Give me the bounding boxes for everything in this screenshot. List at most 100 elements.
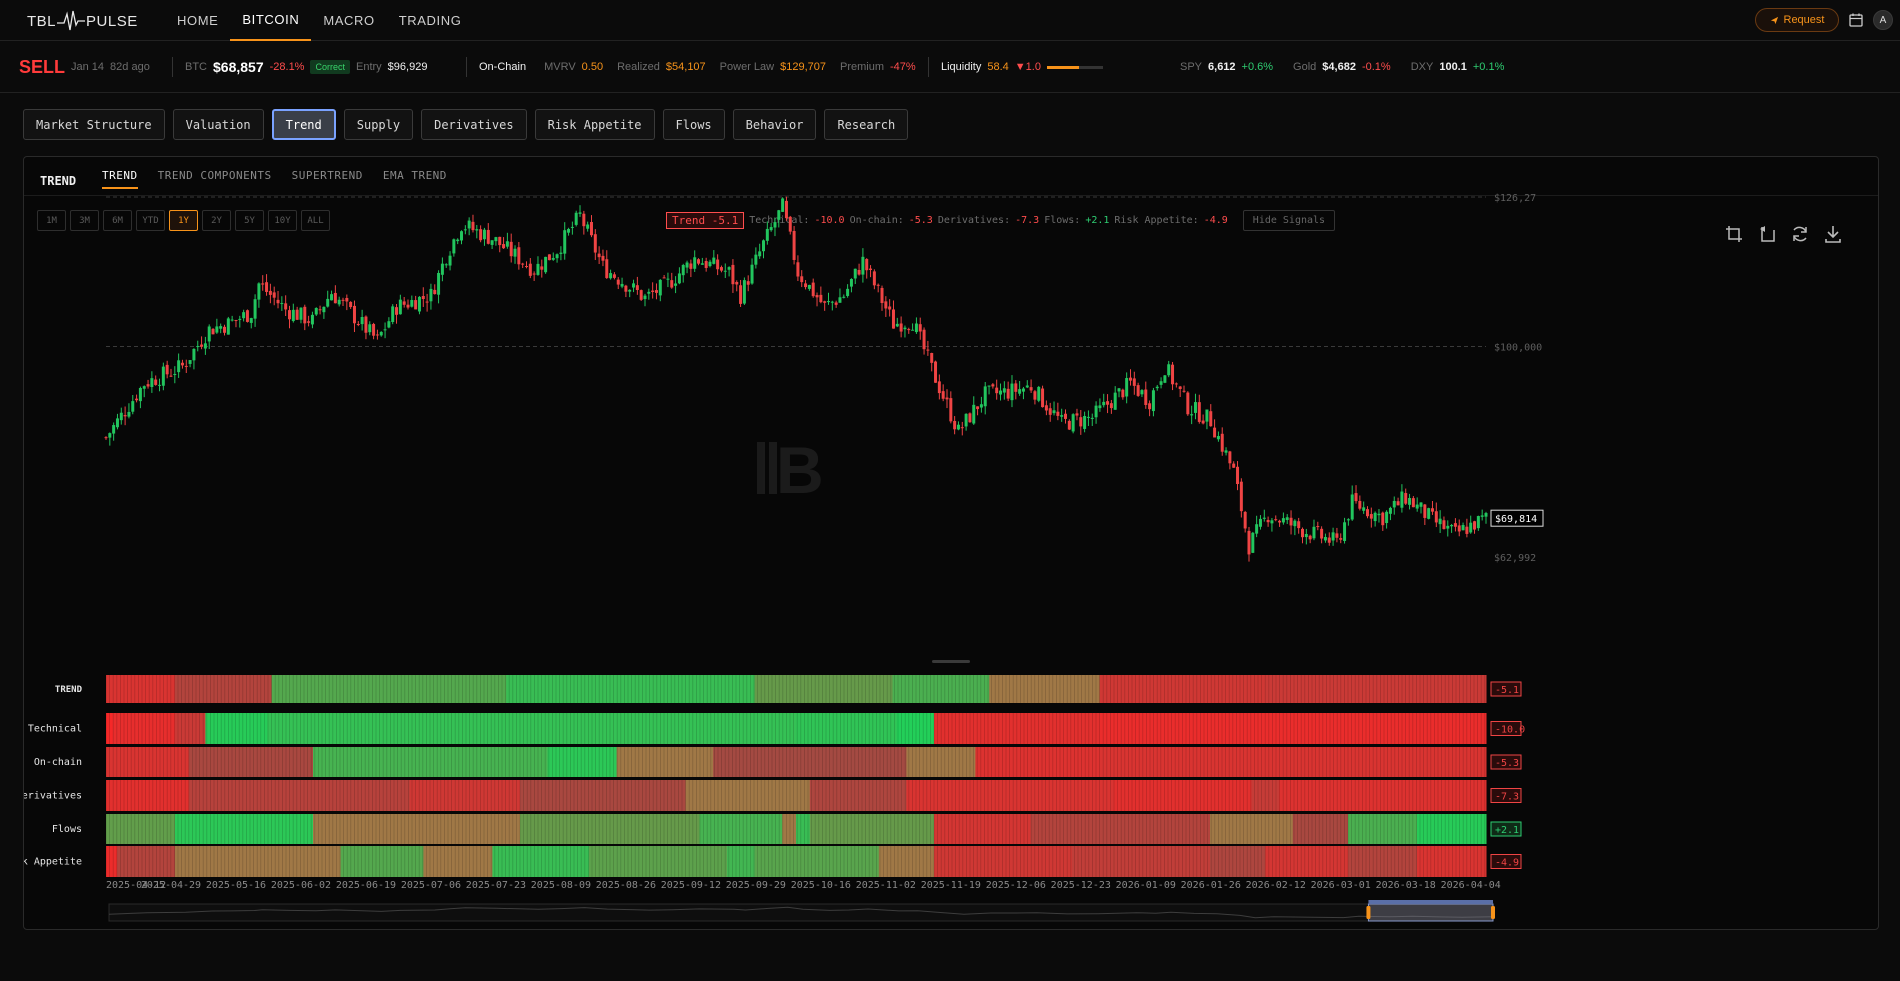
- candle: [536, 256, 540, 276]
- zoom-crop-icon[interactable]: [1724, 224, 1744, 244]
- candle-body: [314, 307, 318, 315]
- dxy-label: DXY: [1410, 61, 1434, 73]
- candle-body: [1438, 518, 1442, 525]
- candle-body: [372, 323, 376, 336]
- candle: [1182, 385, 1186, 393]
- reset-zoom-icon[interactable]: [1757, 224, 1777, 244]
- entry-label: Entry: [355, 61, 382, 73]
- refresh-icon[interactable]: [1790, 224, 1810, 244]
- candle: [1308, 534, 1312, 544]
- category-trend-button[interactable]: Trend: [271, 109, 336, 140]
- heatmap-segment: [754, 846, 880, 877]
- candle-body: [823, 301, 827, 303]
- category-risk-appetite-button[interactable]: Risk Appetite: [534, 109, 655, 140]
- candle-body: [987, 385, 991, 387]
- candle-body: [666, 278, 670, 280]
- request-button[interactable]: Request: [1755, 8, 1839, 32]
- candle-body: [807, 284, 811, 289]
- candle-body: [467, 220, 471, 229]
- candle: [142, 385, 146, 398]
- nav-bitcoin[interactable]: BITCOIN: [230, 0, 312, 41]
- candle: [268, 283, 272, 304]
- candle: [559, 246, 563, 261]
- candle: [1293, 519, 1297, 536]
- nav-home[interactable]: HOME: [165, 0, 230, 41]
- category-flows-button[interactable]: Flows: [662, 109, 725, 140]
- heatmap-segment: [713, 747, 907, 777]
- candle-body: [383, 329, 387, 331]
- candle-body: [291, 309, 295, 322]
- candle-body: [184, 365, 188, 367]
- candle: [731, 259, 735, 293]
- candle: [654, 283, 658, 300]
- candle: [207, 324, 211, 350]
- candle: [826, 292, 830, 305]
- dxy-change: +0.1%: [1472, 61, 1505, 73]
- candle: [689, 259, 693, 278]
- heatmap-segment: [112, 713, 176, 744]
- candle-body: [1339, 538, 1343, 540]
- candle-body: [1010, 383, 1014, 401]
- candle: [651, 282, 655, 299]
- candle: [337, 296, 341, 307]
- candle-body: [1190, 414, 1194, 416]
- candle-body: [368, 324, 372, 333]
- download-icon[interactable]: [1823, 224, 1843, 244]
- category-supply-button[interactable]: Supply: [343, 109, 414, 140]
- avatar[interactable]: A: [1873, 10, 1893, 30]
- category-market-structure-button[interactable]: Market Structure: [23, 109, 165, 140]
- candle-body: [196, 346, 200, 348]
- nav-macro[interactable]: MACRO: [311, 0, 386, 41]
- candle-body: [1102, 401, 1106, 406]
- heatmap-row-label: On-chain: [34, 757, 82, 768]
- candle: [1446, 520, 1450, 537]
- candle-body: [983, 386, 987, 407]
- candle-body: [437, 272, 441, 295]
- navigator-window: [1367, 903, 1494, 922]
- candle: [184, 359, 188, 373]
- candle: [1415, 497, 1419, 512]
- category-valuation-button[interactable]: Valuation: [172, 109, 264, 140]
- candle-body: [1450, 525, 1454, 527]
- candle: [754, 247, 758, 269]
- category-derivatives-button[interactable]: Derivatives: [421, 109, 527, 140]
- candle-body: [582, 213, 586, 227]
- candle-body: [654, 290, 658, 293]
- candle: [398, 294, 402, 315]
- candle: [1090, 413, 1094, 426]
- candle-body: [681, 265, 685, 276]
- candle-body: [1354, 493, 1358, 502]
- candle: [911, 323, 915, 331]
- candle: [922, 327, 926, 355]
- heatmap-segment: [188, 747, 314, 777]
- brand-logo[interactable]: TBL PULSE: [27, 8, 138, 34]
- candle: [1193, 393, 1197, 420]
- candle: [1033, 389, 1037, 405]
- candle-body: [1193, 402, 1197, 413]
- candle-body: [555, 254, 559, 259]
- candle-body: [574, 212, 578, 225]
- nav-trading[interactable]: TRADING: [387, 0, 474, 41]
- candle: [1480, 509, 1484, 521]
- candle-body: [746, 281, 750, 285]
- x-tick-label: 2025-07-06: [401, 880, 461, 891]
- candle: [563, 222, 567, 260]
- candle: [976, 406, 980, 416]
- candle: [215, 318, 219, 334]
- candle: [1216, 431, 1220, 442]
- candle-body: [375, 334, 379, 336]
- main-nav: HOME BITCOIN MACRO TRADING: [165, 0, 473, 41]
- heatmap-row: [105, 713, 1487, 744]
- brand-left: TBL: [27, 12, 57, 30]
- liquidity-delta: ▼1.0: [1014, 61, 1041, 73]
- candle: [884, 296, 888, 317]
- calendar-icon[interactable]: [1848, 12, 1864, 28]
- candle-body: [719, 267, 723, 271]
- category-behavior-button[interactable]: Behavior: [732, 109, 817, 140]
- candle-body: [689, 263, 693, 269]
- candle: [349, 301, 353, 309]
- candle-body: [1453, 523, 1457, 527]
- candle-body: [891, 309, 895, 329]
- category-research-button[interactable]: Research: [824, 109, 909, 140]
- candle-body: [991, 384, 995, 387]
